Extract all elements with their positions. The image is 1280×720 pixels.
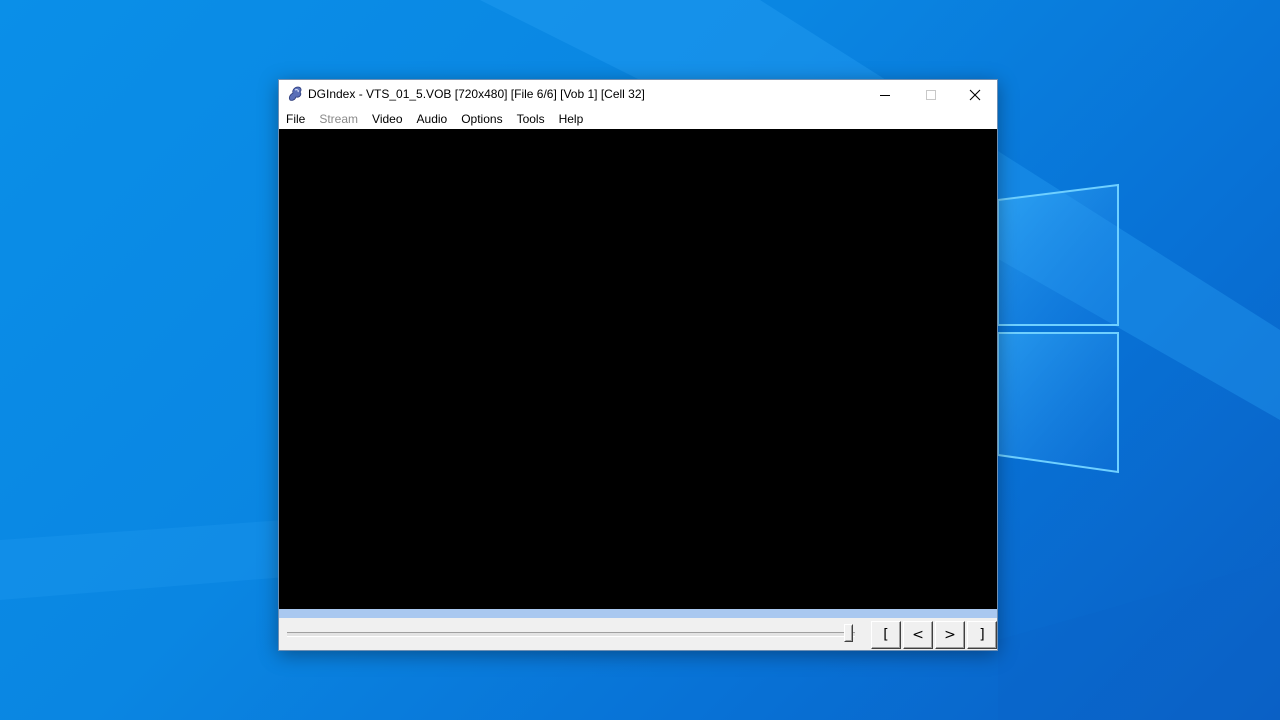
step-forward-button[interactable]: > xyxy=(935,621,965,649)
dgindex-icon xyxy=(288,86,302,101)
maximize-icon xyxy=(926,89,936,100)
window-title: DGIndex - VTS_01_5.VOB [720x480] [File 6… xyxy=(308,87,645,101)
menu-options[interactable]: Options xyxy=(454,109,509,129)
menu-tools[interactable]: Tools xyxy=(510,109,552,129)
close-button[interactable] xyxy=(952,80,998,109)
minimize-button[interactable] xyxy=(862,80,908,109)
minimize-icon xyxy=(880,94,890,96)
menu-file[interactable]: File xyxy=(279,109,312,129)
playback-controls: [ < > ] xyxy=(279,618,997,650)
menu-audio[interactable]: Audio xyxy=(410,109,455,129)
maximize-button[interactable] xyxy=(908,80,954,109)
close-icon xyxy=(969,89,981,100)
menu-help[interactable]: Help xyxy=(552,109,591,129)
mark-start-button[interactable]: [ xyxy=(871,621,901,649)
menu-video[interactable]: Video xyxy=(365,109,409,129)
title-bar[interactable]: DGIndex - VTS_01_5.VOB [720x480] [File 6… xyxy=(279,80,997,109)
mark-end-button[interactable]: ] xyxy=(967,621,997,649)
seek-slider-track[interactable] xyxy=(287,632,855,637)
seek-slider-thumb[interactable] xyxy=(844,624,853,642)
menu-bar: File Stream Video Audio Options Tools He… xyxy=(279,109,997,129)
dgindex-window: DGIndex - VTS_01_5.VOB [720x480] [File 6… xyxy=(278,79,998,651)
progress-strip xyxy=(279,609,997,618)
video-preview xyxy=(279,129,997,609)
desktop: DGIndex - VTS_01_5.VOB [720x480] [File 6… xyxy=(0,0,1280,720)
menu-stream[interactable]: Stream xyxy=(312,109,365,129)
step-back-button[interactable]: < xyxy=(903,621,933,649)
